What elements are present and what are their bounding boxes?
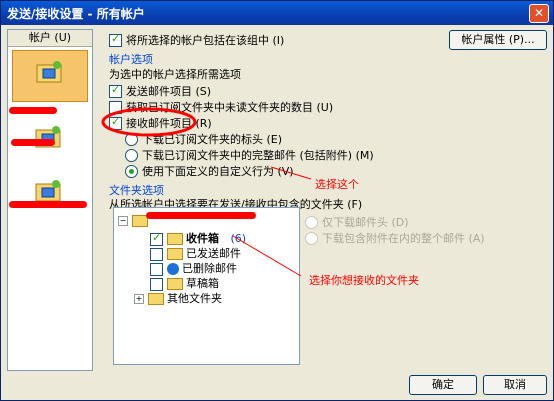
- send-receive-settings-dialog: 发送/接收设置 - 所有帐户 ✕ 帐户 (U) 将所选择的帐户包括在该组中 (I…: [0, 0, 554, 401]
- choose-this-arrow: [270, 166, 312, 180]
- receive-items-highlight-ellipse: [101, 107, 197, 137]
- choose-this-annotation: 选择这个: [315, 178, 359, 191]
- choose-folder-annotation: 选择你想接收的文件夹: [309, 274, 419, 287]
- cancel-button[interactable]: 取消: [483, 375, 547, 395]
- ok-button[interactable]: 确定: [409, 375, 477, 395]
- annotation-overlay: [101, 107, 312, 277]
- choose-folder-arrow: [232, 235, 302, 277]
